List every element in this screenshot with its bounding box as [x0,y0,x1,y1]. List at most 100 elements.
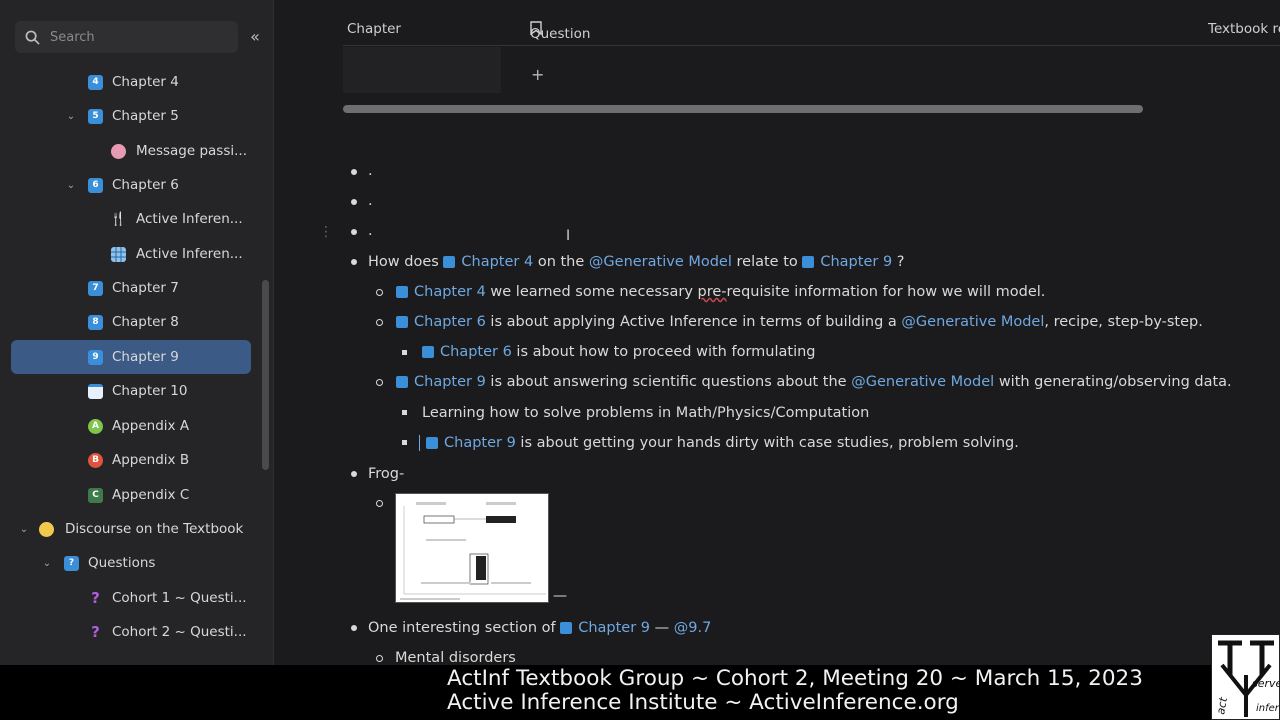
sidebar-item-active-inference-2[interactable]: Active Inferen... [0,237,262,271]
text: — [654,620,670,636]
bullet [376,500,383,507]
text: is about applying Active Inference in te… [490,314,897,330]
caption-line-2: Active Inference Institute ~ ActiveInfer… [447,690,959,715]
caption-line-1: ActInf Textbook Group ~ Cohort 2, Meetin… [447,666,1143,691]
page-link-chapter-9[interactable]: Chapter 9 [578,620,650,636]
text: , recipe, step-by-step. [1044,314,1203,330]
text: How does [368,254,439,270]
search-box[interactable] [15,21,238,53]
page-ref-icon [426,437,438,449]
sidebar-item-discourse[interactable]: ⌄ Discourse on the Textbook [0,512,262,546]
bullet [376,655,383,662]
column-header-question[interactable]: Question [530,21,590,42]
list-item[interactable]: Chapter 6 is about applying Active Infer… [396,311,1203,333]
sidebar-item-cohort-2[interactable]: ? Cohort 2 ~ Questi... [0,615,262,649]
sidebar-item-appendix-c[interactable]: C Appendix C [0,478,262,512]
sidebar-item-active-inference-1[interactable]: 🍴 Active Inferen... [0,202,262,236]
misspelled-text: pre- [697,284,727,300]
sidebar-item-questions[interactable]: ⌄ ? Questions [0,546,262,580]
chevron-down-icon[interactable]: ⌄ [41,558,53,569]
text: relate to [736,254,798,270]
sidebar-item-label: Active Inferen... [136,211,243,227]
page-link-chapter-6[interactable]: Chapter 6 [440,344,512,360]
page-link-chapter-6[interactable]: Chapter 6 [414,314,486,330]
bullet [376,289,383,296]
table-header: Chapter Question Textbook re [343,16,1280,46]
sidebar-item-label: Chapter 7 [112,280,179,296]
list-item[interactable]: Chapter 4 we learned some necessary pre-… [396,281,1045,303]
list-item[interactable]: . [368,160,373,182]
add-row-button[interactable]: + [531,65,544,84]
page-link-generative-model[interactable]: @Generative Model [851,374,994,390]
list-item[interactable]: . [368,220,373,242]
list-item[interactable]: Chapter 6 is about how to proceed with f… [422,341,816,363]
sidebar-item-chapter-4[interactable]: 4 Chapter 4 [0,65,262,99]
sidebar-item-chapter-5[interactable]: ⌄ 5 Chapter 5 [0,99,262,133]
sidebar-item-label: Appendix B [112,452,190,468]
tag-link[interactable]: @9.7 [674,620,712,636]
sidebar-item-appendix-b[interactable]: B Appendix B [0,443,262,477]
page-ref-icon [422,346,434,358]
list-item[interactable]: Mental disorders [395,647,516,665]
bullet [351,625,357,631]
sidebar-item-chapter-10[interactable]: Chapter 10 [0,374,262,408]
sidebar-item-label: Cohort 1 ~ Questi... [112,590,247,606]
number-4-icon: 4 [88,74,103,90]
list-item[interactable]: . [368,190,373,212]
calendar-icon [88,383,103,399]
text: on the [537,254,585,270]
list-item[interactable]: Chapter 9 is about getting your hands di… [419,432,1019,454]
question-mark-icon: ? [91,623,100,641]
page-link-chapter-9[interactable]: Chapter 9 [820,254,892,270]
sidebar-item-appendix-a[interactable]: A Appendix A [0,409,262,443]
text-cursor-icon: I [566,228,571,244]
letter-b-icon: B [88,452,103,468]
chevron-down-icon[interactable]: ⌄ [65,180,77,191]
chevron-down-icon[interactable]: ⌄ [18,524,30,535]
sidebar-item-message-passing[interactable]: Message passi... [0,134,262,168]
page-link-generative-model[interactable]: @Generative Model [901,314,1044,330]
sidebar-item-chapter-7[interactable]: 7 Chapter 7 [0,271,262,305]
list-item-question[interactable]: How does Chapter 4 on the @Generative Mo… [368,251,904,273]
bullet [351,169,357,175]
page-link-chapter-9[interactable]: Chapter 9 [444,435,516,451]
chevron-down-icon[interactable]: ⌄ [65,111,77,122]
list-item[interactable]: Chapter 9 is about answering scientific … [396,371,1232,393]
letter-a-icon: A [88,418,103,434]
page-ref-icon [802,256,815,268]
bullet [376,379,383,386]
page-ref-icon [396,286,408,298]
sidebar-item-label: Appendix C [112,487,190,503]
bullet [351,229,357,235]
page-link-generative-model[interactable]: @Generative Model [589,254,732,270]
logo-text-infer: infer [1256,703,1280,714]
column-header-chapter[interactable]: Chapter [347,21,401,37]
sidebar-item-label: Message passi... [136,143,247,159]
list-item[interactable]: Frog- [368,463,404,485]
figure-thumbnail-image[interactable] [395,493,549,603]
collapse-sidebar-icon[interactable]: « [245,26,265,46]
sidebar-item-label: Chapter 10 [112,383,188,399]
bullet [376,319,383,326]
drag-handle-icon[interactable]: ⋮ [319,224,333,240]
search-input[interactable] [50,29,220,45]
sidebar-scrollbar[interactable] [262,280,269,470]
horizontal-scrollbar[interactable] [343,105,1143,113]
page-link-chapter-4[interactable]: Chapter 4 [414,284,486,300]
text: we learned some necessary [490,284,693,300]
table-cell[interactable] [343,47,501,93]
bullet [402,440,407,445]
sidebar-item-cohort-1[interactable]: ? Cohort 1 ~ Questi... [0,581,262,615]
page-link-chapter-9[interactable]: Chapter 9 [414,374,486,390]
sidebar-item-label: Discourse on the Textbook [65,521,244,537]
page-link-chapter-4[interactable]: Chapter 4 [461,254,533,270]
sidebar-item-chapter-8[interactable]: 8 Chapter 8 [0,305,262,339]
sidebar-item-chapter-6[interactable]: ⌄ 6 Chapter 6 [0,168,262,202]
sidebar-item-chapter-9[interactable]: 9 Chapter 9 [11,340,251,374]
fork-knife-icon: 🍴 [110,211,127,227]
logo-text-serve: serve [1252,677,1280,690]
bullet [351,199,357,205]
list-item[interactable]: Learning how to solve problems in Math/P… [422,402,869,424]
column-header-textbook[interactable]: Textbook re [1208,21,1280,37]
list-item[interactable]: One interesting section of Chapter 9 — @… [368,617,711,639]
